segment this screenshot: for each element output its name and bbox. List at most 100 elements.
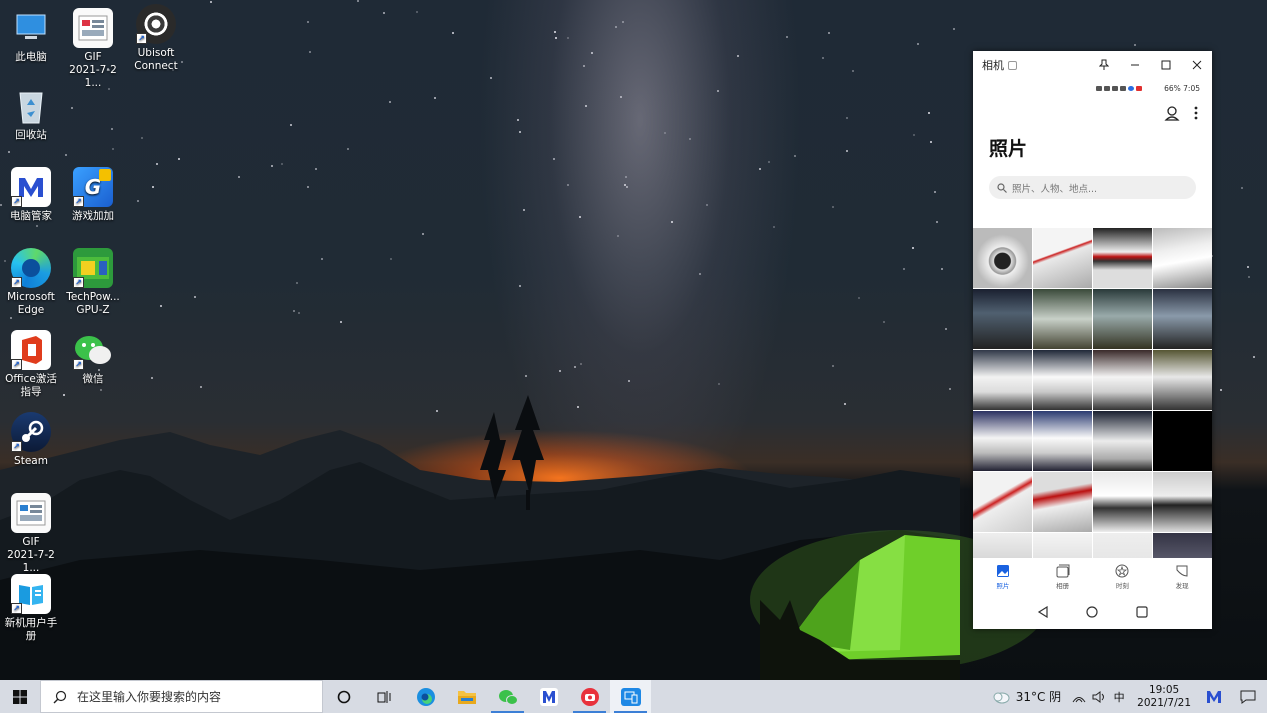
desktop-icon-this-pc[interactable]: 此电脑 bbox=[0, 8, 62, 64]
pin-icon bbox=[1098, 59, 1109, 70]
task-view-icon bbox=[377, 690, 390, 703]
tab-photos[interactable]: 照片 bbox=[973, 559, 1033, 595]
action-center-icon[interactable] bbox=[1229, 690, 1267, 704]
phone-status-bar: 66% 7:05 bbox=[973, 79, 1212, 97]
albums-icon bbox=[1056, 564, 1070, 578]
window-title: 相机 bbox=[982, 59, 1004, 72]
photo-thumbnail[interactable] bbox=[973, 533, 1032, 558]
photo-search-input[interactable]: 照片、人物、地点... bbox=[989, 176, 1196, 199]
minimize-icon bbox=[1130, 64, 1139, 66]
network-icon[interactable] bbox=[1069, 691, 1089, 703]
clock-time: 19:05 bbox=[1148, 683, 1180, 696]
start-button[interactable] bbox=[0, 680, 40, 713]
cortana-icon bbox=[337, 690, 350, 703]
photo-thumbnail[interactable] bbox=[973, 289, 1032, 349]
taskbar-pc-manager[interactable] bbox=[528, 680, 569, 713]
volume-icon[interactable] bbox=[1089, 690, 1109, 703]
app-icon bbox=[1136, 85, 1143, 91]
desktop-icon-steam[interactable]: ↗ Steam bbox=[0, 412, 62, 468]
taskbar-file-explorer[interactable] bbox=[446, 680, 487, 713]
desktop-icon-gif-1[interactable]: GIF 2021-7-21... bbox=[62, 8, 124, 90]
ubisoft-icon: ↗ bbox=[136, 4, 176, 44]
window-titlebar[interactable]: 相机 bbox=[973, 51, 1212, 79]
close-button[interactable] bbox=[1181, 51, 1212, 79]
moments-icon bbox=[1115, 564, 1129, 578]
tab-moments[interactable]: 时刻 bbox=[1093, 559, 1153, 595]
wechat-icon bbox=[498, 689, 518, 705]
photo-thumbnail[interactable] bbox=[1093, 228, 1152, 288]
photo-thumbnail[interactable] bbox=[1033, 533, 1092, 558]
maximize-icon bbox=[1161, 60, 1170, 70]
desktop-icon-game-plus[interactable]: G ↗ 游戏加加 bbox=[62, 167, 124, 223]
photo-thumbnail[interactable] bbox=[1153, 411, 1212, 471]
taskbar-search-input[interactable]: 在这里输入你要搜索的内容 bbox=[40, 680, 323, 713]
account-icon[interactable] bbox=[1164, 105, 1180, 121]
ime-indicator[interactable]: 中 bbox=[1109, 689, 1129, 705]
photo-thumbnail[interactable] bbox=[1093, 289, 1152, 349]
gallery-bottom-nav[interactable]: 照片 相册 时刻 发现 bbox=[973, 559, 1212, 595]
desktop-icon-gpuz[interactable]: ↗ TechPow... GPU-Z bbox=[62, 248, 124, 317]
photo-thumbnail[interactable] bbox=[973, 411, 1032, 471]
battery-time: 66% 7:05 bbox=[1164, 83, 1200, 93]
photo-thumbnail[interactable] bbox=[1033, 289, 1092, 349]
photo-thumbnail[interactable] bbox=[973, 350, 1032, 410]
edge-icon: ↗ bbox=[11, 248, 51, 288]
photo-thumbnail[interactable] bbox=[1153, 350, 1212, 410]
photo-thumbnail[interactable] bbox=[1153, 533, 1212, 558]
pc-manager-tray-icon[interactable] bbox=[1199, 690, 1229, 704]
desktop-icon-gif-2[interactable]: GIF 2021-7-21... bbox=[0, 493, 62, 575]
status-icons bbox=[1096, 85, 1143, 91]
photo-thumbnail[interactable] bbox=[1153, 228, 1212, 288]
photo-thumbnail[interactable] bbox=[1093, 350, 1152, 410]
photo-thumbnail[interactable] bbox=[973, 472, 1032, 532]
clock-date: 2021/7/21 bbox=[1137, 696, 1191, 709]
task-view-button[interactable] bbox=[364, 680, 405, 713]
back-icon[interactable] bbox=[1037, 606, 1049, 618]
photo-thumbnail[interactable] bbox=[973, 228, 1032, 288]
photo-thumbnail[interactable] bbox=[1033, 472, 1092, 532]
desktop-icon-edge[interactable]: ↗ Microsoft Edge bbox=[0, 248, 62, 317]
photo-thumbnail[interactable] bbox=[1153, 472, 1212, 532]
windows-logo-icon bbox=[13, 689, 27, 704]
photo-thumbnail[interactable] bbox=[1093, 411, 1152, 471]
minimize-button[interactable] bbox=[1119, 51, 1150, 79]
close-icon bbox=[1192, 60, 1201, 70]
copy-icon bbox=[1008, 60, 1017, 70]
desktop-icon-ubisoft[interactable]: ↗ Ubisoft Connect bbox=[125, 4, 187, 73]
photo-thumbnail[interactable] bbox=[1033, 350, 1092, 410]
computer-icon bbox=[11, 8, 51, 48]
discover-icon bbox=[1176, 565, 1188, 577]
gif-file-icon bbox=[73, 8, 113, 48]
maximize-button[interactable] bbox=[1150, 51, 1181, 79]
photo-thumbnail[interactable] bbox=[1033, 411, 1092, 471]
photo-thumbnail[interactable] bbox=[1153, 289, 1212, 349]
android-nav-bar bbox=[973, 597, 1212, 627]
taskbar-phone-mirror[interactable] bbox=[610, 680, 651, 713]
photo-grid[interactable] bbox=[973, 228, 1212, 558]
search-placeholder: 照片、人物、地点... bbox=[1012, 183, 1098, 195]
photo-thumbnail[interactable] bbox=[1093, 533, 1152, 558]
taskbar-wechat[interactable] bbox=[487, 680, 528, 713]
desktop-icon-user-manual[interactable]: ↗ 新机用户手册 bbox=[0, 574, 62, 643]
phone-mirror-window[interactable]: 相机 66% 7:05 照片 照片、人物、地点... 照片 相册 时刻 发现 bbox=[973, 51, 1212, 629]
taskbar-edge[interactable] bbox=[405, 680, 446, 713]
desktop-icon-wechat[interactable]: ↗ 微信 bbox=[62, 330, 124, 386]
cloudy-weather-icon bbox=[993, 692, 1010, 703]
desktop-icon-office[interactable]: ↗ Office激活 指导 bbox=[0, 330, 62, 399]
more-menu-icon[interactable] bbox=[1194, 105, 1198, 121]
pin-button[interactable] bbox=[1088, 51, 1119, 79]
desktop-icon-pc-manager[interactable]: ↗ 电脑管家 bbox=[0, 167, 62, 223]
home-icon[interactable] bbox=[1086, 606, 1099, 618]
photo-thumbnail[interactable] bbox=[1033, 228, 1092, 288]
taskbar: 在这里输入你要搜索的内容 31°C 阴 中 19:05 2021/7/21 bbox=[0, 680, 1267, 713]
clock[interactable]: 19:05 2021/7/21 bbox=[1129, 684, 1199, 710]
taskbar-video-app[interactable] bbox=[569, 680, 610, 713]
recents-icon[interactable] bbox=[1136, 606, 1148, 618]
tab-discover[interactable]: 发现 bbox=[1152, 559, 1212, 595]
desktop-icon-recycle-bin[interactable]: 回收站 bbox=[0, 86, 62, 142]
shield-icon bbox=[1120, 85, 1127, 91]
weather-widget[interactable]: 31°C 阴 bbox=[984, 688, 1069, 705]
photo-thumbnail[interactable] bbox=[1093, 472, 1152, 532]
tab-albums[interactable]: 相册 bbox=[1033, 559, 1093, 595]
cortana-button[interactable] bbox=[323, 680, 364, 713]
